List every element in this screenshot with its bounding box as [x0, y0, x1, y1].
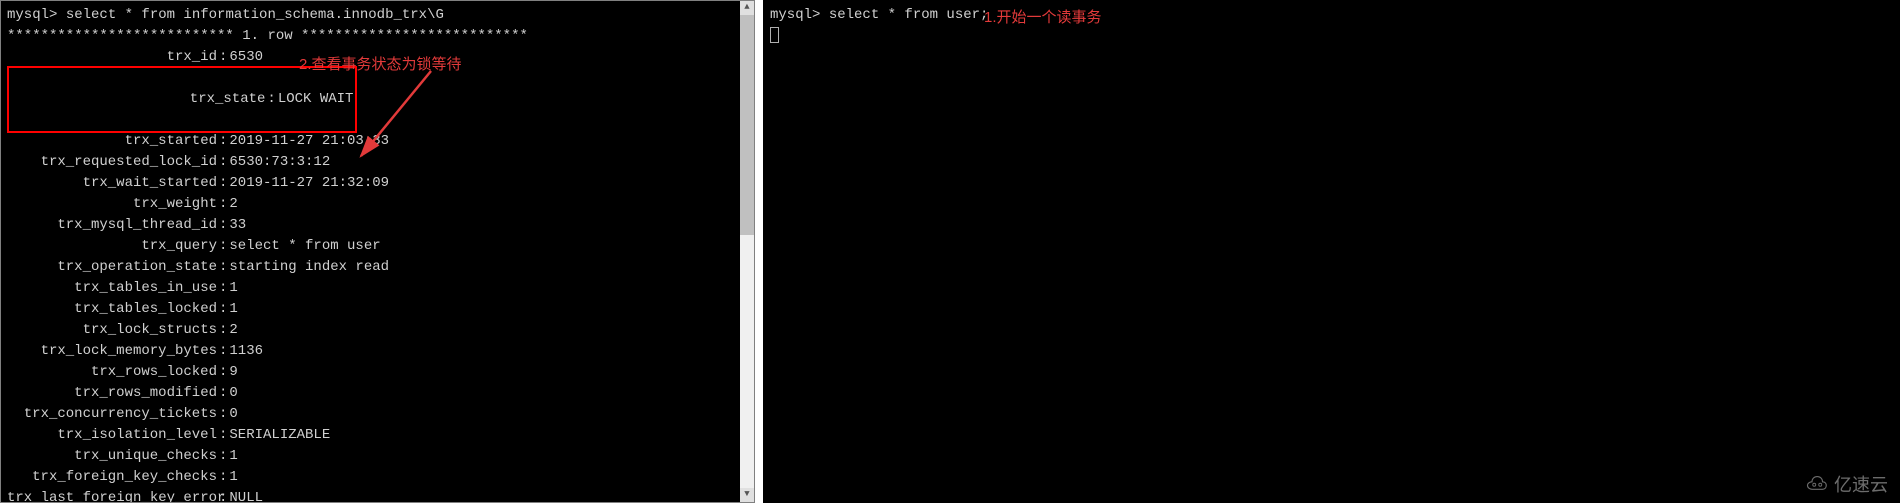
- field-key: trx_isolation_level: [7, 425, 217, 446]
- field-row: trx_last_foreign_key_error:NULL: [7, 488, 748, 503]
- annotation-1: 1.开始一个读事务: [984, 7, 1102, 30]
- field-row: trx_isolation_level:SERIALIZABLE: [7, 425, 748, 446]
- field-key: trx_wait_started: [7, 173, 217, 194]
- prompt-line: mysql> select * from user;: [770, 5, 1893, 26]
- field-row: trx_rows_modified:0: [7, 383, 748, 404]
- field-key: trx_mysql_thread_id: [7, 215, 217, 236]
- field-val: 33: [229, 215, 246, 236]
- field-key: trx_last_foreign_key_error: [7, 488, 217, 503]
- field-key: trx_lock_structs: [7, 320, 217, 341]
- field-val: 1: [229, 467, 237, 488]
- field-key: trx_requested_lock_id: [7, 152, 217, 173]
- field-val: NULL: [229, 488, 263, 503]
- prompt-line: mysql> select * from information_schema.…: [7, 5, 748, 26]
- field-row: trx_wait_started:2019-11-27 21:32:09: [7, 173, 748, 194]
- field-key: trx_rows_locked: [7, 362, 217, 383]
- field-row: trx_started:2019-11-27 21:03:33: [7, 131, 748, 152]
- field-row: trx_operation_state:starting index read: [7, 257, 748, 278]
- annotation-2: 2.查看事务状态为锁等待: [299, 54, 462, 77]
- scroll-up-icon[interactable]: ▲: [740, 1, 754, 15]
- field-row: trx_lock_memory_bytes:1136: [7, 341, 748, 362]
- field-val: 0: [229, 404, 237, 425]
- field-val: select * from user: [229, 236, 380, 257]
- cursor-line: [770, 26, 1893, 47]
- field-row: trx_tables_in_use:1: [7, 278, 748, 299]
- field-val: 1: [229, 446, 237, 467]
- field-key: trx_unique_checks: [7, 446, 217, 467]
- field-row: trx_query:select * from user: [7, 236, 748, 257]
- watermark-text: 亿速云: [1834, 471, 1888, 497]
- mysql-prompt: mysql>: [7, 7, 66, 23]
- field-key: trx_id: [7, 47, 217, 68]
- field-key: trx_weight: [7, 194, 217, 215]
- field-row: trx_concurrency_tickets:0: [7, 404, 748, 425]
- field-key: trx_operation_state: [7, 257, 217, 278]
- scroll-down-icon[interactable]: ▼: [740, 488, 754, 502]
- field-val: 1136: [229, 341, 263, 362]
- field-val: 6530: [229, 47, 263, 68]
- cloud-icon: [1800, 475, 1830, 493]
- field-val: SERIALIZABLE: [229, 425, 330, 446]
- field-key: trx_started: [7, 131, 217, 152]
- field-row: trx_foreign_key_checks:1: [7, 467, 748, 488]
- field-val: 2: [229, 194, 237, 215]
- field-val: 1: [229, 278, 237, 299]
- field-key: trx_rows_modified: [7, 383, 217, 404]
- field-val: starting index read: [229, 257, 389, 278]
- field-key: trx_concurrency_tickets: [7, 404, 217, 425]
- field-row-trx-state: trx_state:LOCK WAIT: [7, 68, 748, 131]
- mysql-prompt: mysql>: [770, 7, 829, 23]
- field-row: trx_weight:2: [7, 194, 748, 215]
- row-header: *************************** 1. row *****…: [7, 26, 748, 47]
- field-val: 1: [229, 299, 237, 320]
- field-row: trx_requested_lock_id:6530:73:3:12: [7, 152, 748, 173]
- query-text: select * from information_schema.innodb_…: [66, 7, 444, 23]
- field-row: trx_tables_locked:1: [7, 299, 748, 320]
- field-val: 9: [229, 362, 237, 383]
- terminal-right[interactable]: mysql> select * from user; 1.开始一个读事务: [763, 0, 1900, 503]
- cursor-icon: [770, 27, 779, 43]
- field-key: trx_tables_locked: [7, 299, 217, 320]
- field-val: LOCK WAIT: [278, 89, 354, 110]
- scrollbar-thumb[interactable]: [740, 15, 754, 235]
- field-key: trx_query: [7, 236, 217, 257]
- scrollbar[interactable]: ▲ ▼: [740, 1, 754, 502]
- field-val: 0: [229, 383, 237, 404]
- field-key: trx_tables_in_use: [7, 278, 217, 299]
- field-val: 6530:73:3:12: [229, 152, 330, 173]
- field-key: trx_state: [61, 89, 265, 110]
- field-val: 2019-11-27 21:03:33: [229, 131, 389, 152]
- field-row: trx_mysql_thread_id:33: [7, 215, 748, 236]
- field-row: trx_unique_checks:1: [7, 446, 748, 467]
- field-key: trx_foreign_key_checks: [7, 467, 217, 488]
- field-row: trx_lock_structs:2: [7, 320, 748, 341]
- terminal-left[interactable]: mysql> select * from information_schema.…: [0, 0, 755, 503]
- field-row: trx_rows_locked:9: [7, 362, 748, 383]
- field-val: 2019-11-27 21:32:09: [229, 173, 389, 194]
- query-text: select * from user;: [829, 7, 989, 23]
- watermark: 亿速云: [1800, 471, 1888, 497]
- field-key: trx_lock_memory_bytes: [7, 341, 217, 362]
- field-val: 2: [229, 320, 237, 341]
